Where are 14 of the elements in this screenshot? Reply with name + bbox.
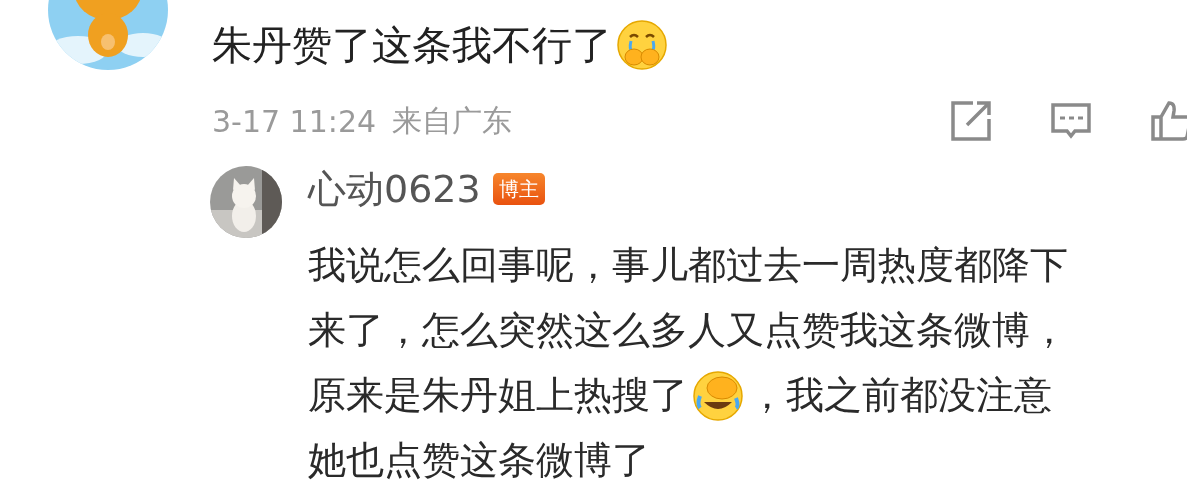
author-name[interactable]: 心动0623 [308, 163, 481, 215]
reply-text: 来了，怎么突然这么多人又点赞我这条微博， [308, 307, 1068, 354]
comment-text: 朱丹赞了这条我不行了 [212, 14, 1187, 76]
thumbs-up-icon[interactable] [1149, 99, 1187, 143]
share-icon[interactable] [949, 99, 993, 143]
covering-mouth-face-icon [616, 19, 668, 71]
reply-text: ，我之前都没注意 [748, 372, 1052, 419]
author-badge: 博主 [492, 173, 545, 205]
comment-time: 3-17 11:24 [212, 103, 377, 139]
reply-text: 原来是朱丹姐上热搜了 [308, 372, 688, 419]
reply-text: 她也点赞这条微博了 [308, 437, 650, 484]
comment-location: 来自广东 [392, 101, 513, 140]
facepalm-face-icon [692, 369, 744, 422]
reply-text: 我说怎么回事呢，事儿都过去一周热度都降下 [308, 242, 1068, 289]
